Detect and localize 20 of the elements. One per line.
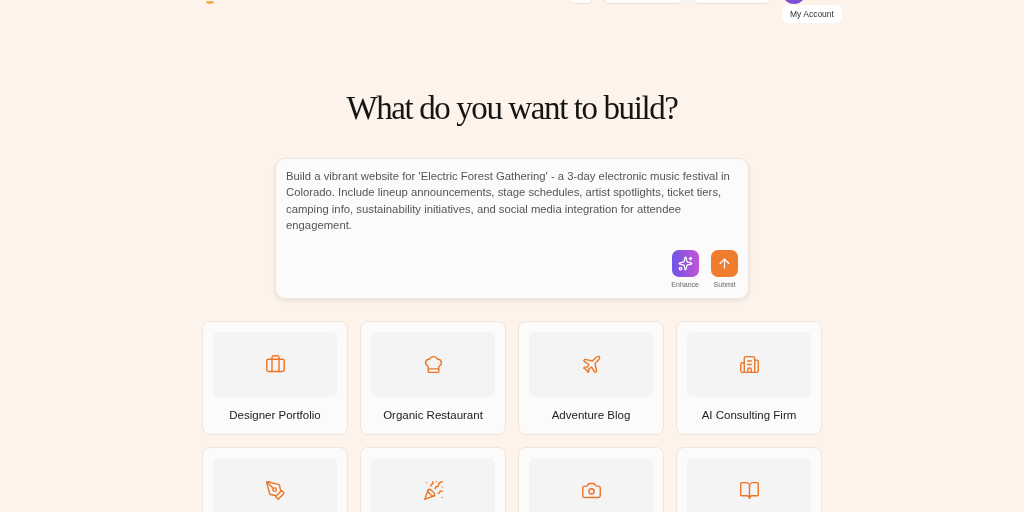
page-title: What do you want to build? <box>346 89 678 128</box>
sparkle-icon <box>677 256 693 271</box>
briefcase-icon <box>264 354 286 375</box>
card-label: Designer Portfolio <box>229 409 321 421</box>
template-card[interactable]: Designer Portfolio <box>202 321 348 435</box>
template-card[interactable]: Organic Restaurant <box>360 321 506 435</box>
logo-icon <box>206 1 214 4</box>
template-card[interactable]: Adventure Blog <box>518 321 664 435</box>
pen-nib-icon <box>264 480 286 501</box>
open-book-icon <box>738 480 760 501</box>
card-label: AI Consulting Firm <box>701 409 797 421</box>
card-label: Organic Restaurant <box>383 409 483 421</box>
party-popper-icon <box>422 480 444 501</box>
building-icon <box>738 354 760 375</box>
tooltip: My Account <box>782 5 842 23</box>
card-label: Adventure Blog <box>551 409 631 421</box>
chef-hat-icon <box>422 354 444 375</box>
airplane-icon <box>580 354 602 375</box>
template-card[interactable]: AI Consulting Firm <box>676 321 822 435</box>
camera-icon <box>580 480 602 501</box>
